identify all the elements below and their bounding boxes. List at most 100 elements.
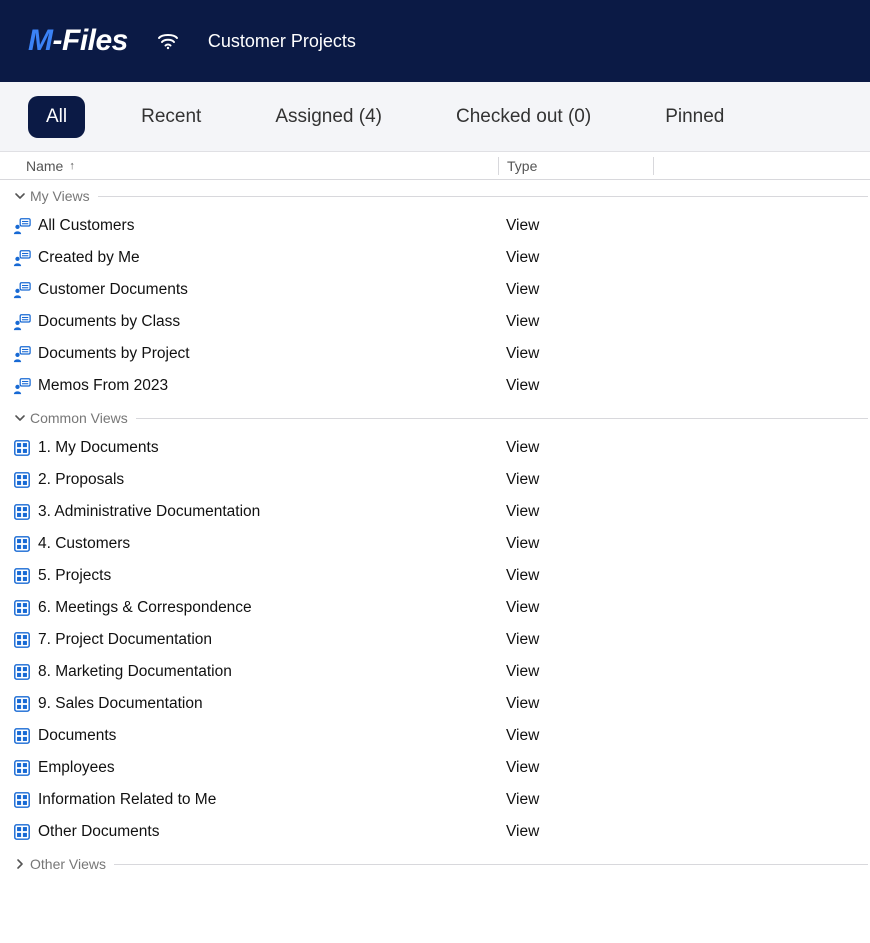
list-item[interactable]: 7. Project DocumentationView [0,624,870,656]
item-type: View [498,695,653,713]
grid-view-icon [10,599,34,617]
item-name: 5. Projects [34,567,498,585]
list-item[interactable]: Created by MeView [0,242,870,274]
grid-view-icon [10,823,34,841]
item-type: View [498,249,653,267]
item-name: Other Documents [34,823,498,841]
connection-icon[interactable] [156,29,180,53]
group-header[interactable]: Common Views [0,404,870,432]
column-name-label: Name [26,158,63,174]
list-item[interactable]: DocumentsView [0,720,870,752]
item-name: Documents by Class [34,313,498,331]
column-header: Name ↑ Type [0,152,870,180]
tab-recent[interactable]: Recent [123,96,219,138]
list-item[interactable]: 1. My DocumentsView [0,432,870,464]
chevron-right-icon [12,858,28,870]
app-logo: M-Files [28,24,128,58]
list-item[interactable]: EmployeesView [0,752,870,784]
item-type: View [498,377,653,395]
item-name: Memos From 2023 [34,377,498,395]
item-type: View [498,503,653,521]
item-type: View [498,281,653,299]
grid-view-icon [10,503,34,521]
tab-all[interactable]: All [28,96,85,138]
grid-view-icon [10,663,34,681]
tab-assigned[interactable]: Assigned (4) [257,96,400,138]
logo-rest: -Files [53,24,128,57]
item-name: Customer Documents [34,281,498,299]
column-type[interactable]: Type [498,157,653,175]
tab-checkedout[interactable]: Checked out (0) [438,96,609,138]
group-label: My Views [28,188,96,204]
logo-m: M [28,24,53,57]
chevron-down-icon [12,412,28,424]
item-type: View [498,823,653,841]
item-name: Employees [34,759,498,777]
person-view-icon [10,217,34,235]
item-name: Information Related to Me [34,791,498,809]
item-name: 4. Customers [34,535,498,553]
group-label: Common Views [28,410,134,426]
item-type: View [498,567,653,585]
grid-view-icon [10,471,34,489]
item-type: View [498,535,653,553]
list-item[interactable]: All CustomersView [0,210,870,242]
list-item[interactable]: Memos From 2023View [0,370,870,402]
item-type: View [498,759,653,777]
grid-view-icon [10,759,34,777]
sort-asc-icon: ↑ [69,160,75,172]
person-view-icon [10,377,34,395]
list-item[interactable]: Documents by ProjectView [0,338,870,370]
group-rule [136,418,868,419]
list-item[interactable]: Information Related to MeView [0,784,870,816]
app-header: M-Files Customer Projects [0,0,870,82]
grid-view-icon [10,439,34,457]
grid-view-icon [10,631,34,649]
list-item[interactable]: 4. CustomersView [0,528,870,560]
list-item[interactable]: 9. Sales DocumentationView [0,688,870,720]
item-type: View [498,663,653,681]
tab-bar: All Recent Assigned (4) Checked out (0) … [0,82,870,152]
group-rule [114,864,868,865]
person-view-icon [10,345,34,363]
person-view-icon [10,249,34,267]
item-type: View [498,313,653,331]
item-name: All Customers [34,217,498,235]
list-item[interactable]: 2. ProposalsView [0,464,870,496]
item-type: View [498,631,653,649]
group-header[interactable]: Other Views [0,850,870,878]
group-label: Other Views [28,856,112,872]
list-item[interactable]: 8. Marketing DocumentationView [0,656,870,688]
grid-view-icon [10,535,34,553]
grid-view-icon [10,567,34,585]
list-item[interactable]: Other DocumentsView [0,816,870,848]
list-item[interactable]: 5. ProjectsView [0,560,870,592]
chevron-down-icon [12,190,28,202]
tab-pinned[interactable]: Pinned [647,96,742,138]
item-name: 3. Administrative Documentation [34,503,498,521]
grid-view-icon [10,695,34,713]
list-item[interactable]: Documents by ClassView [0,306,870,338]
item-name: Documents [34,727,498,745]
column-name[interactable]: Name ↑ [26,158,498,174]
list-body: My Views All CustomersView Created by Me… [0,182,870,878]
person-view-icon [10,313,34,331]
item-name: 1. My Documents [34,439,498,457]
list-item[interactable]: 3. Administrative DocumentationView [0,496,870,528]
item-name: 8. Marketing Documentation [34,663,498,681]
grid-view-icon [10,727,34,745]
item-type: View [498,345,653,363]
item-type: View [498,599,653,617]
item-type: View [498,727,653,745]
group-header[interactable]: My Views [0,182,870,210]
item-type: View [498,471,653,489]
vault-name[interactable]: Customer Projects [208,31,356,52]
list-item[interactable]: 6. Meetings & CorrespondenceView [0,592,870,624]
item-name: Documents by Project [34,345,498,363]
list-item[interactable]: Customer DocumentsView [0,274,870,306]
group-rule [98,196,868,197]
item-type: View [498,217,653,235]
item-name: 7. Project Documentation [34,631,498,649]
column-type-label: Type [507,158,537,174]
item-name: 9. Sales Documentation [34,695,498,713]
